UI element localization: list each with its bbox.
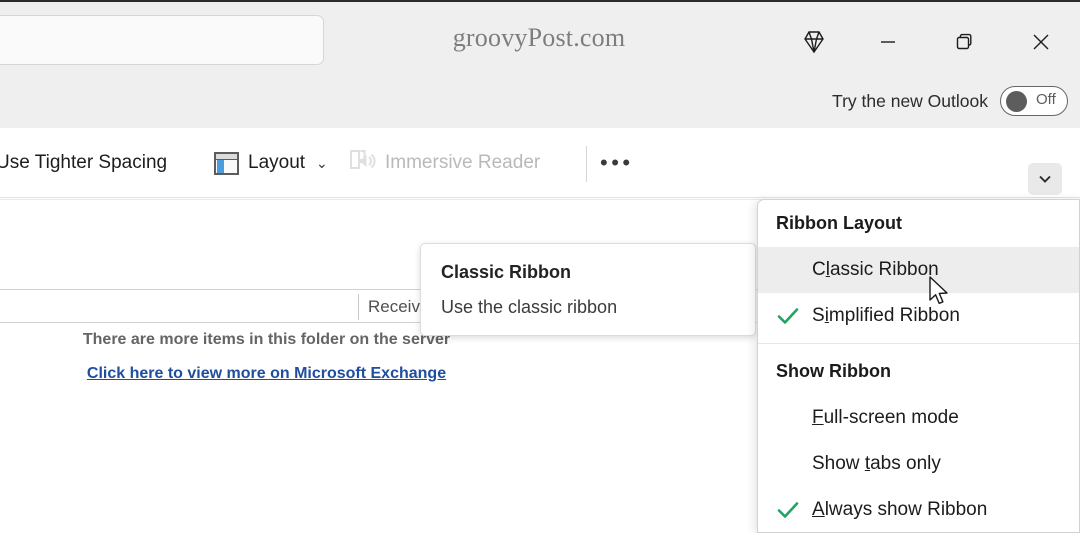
menu-separator	[758, 343, 1079, 344]
check-icon	[776, 500, 812, 520]
try-new-outlook-label: Try the new Outlook	[832, 90, 988, 111]
tooltip: Classic Ribbon Use the classic ribbon	[420, 243, 756, 336]
menu-group-title: Show Ribbon	[776, 361, 891, 381]
try-new-outlook-toggle[interactable]: Off	[1000, 86, 1068, 116]
toggle-knob	[1006, 91, 1027, 112]
ribbon-display-options-button[interactable]	[1028, 163, 1062, 195]
use-tighter-spacing-button[interactable]: Use Tighter Spacing	[0, 128, 167, 198]
page-title: groovyPost.com	[452, 23, 626, 52]
ribbon-toolbar: Use Tighter Spacing Layout ⌄ Immersive R…	[0, 128, 1080, 198]
immersive-reader-button[interactable]: Immersive Reader	[348, 128, 540, 198]
layout-button[interactable]: Layout ⌄	[214, 128, 328, 198]
immersive-reader-label: Immersive Reader	[385, 152, 541, 173]
close-icon[interactable]	[1018, 19, 1064, 65]
use-tighter-spacing-label: Use Tighter Spacing	[0, 152, 168, 173]
menu-item-label: Always show Ribbon	[812, 499, 988, 520]
menu-item-label: Show tabs only	[812, 453, 941, 474]
toolbar-divider	[586, 146, 587, 182]
toggle-state-label: Off	[1036, 91, 1056, 108]
column-divider[interactable]	[358, 294, 359, 320]
tooltip-title: Classic Ribbon	[441, 262, 572, 282]
menu-item[interactable]: Full-screen mode	[758, 395, 1079, 441]
view-more-exchange-link[interactable]: Click here to view more on Microsoft Exc…	[0, 365, 533, 383]
menu-item-label: Classic Ribbon	[812, 259, 939, 280]
title-bar: groovyPost.com	[0, 2, 1080, 74]
window-chrome: groovyPost.com Try the new Outlook Off	[0, 0, 1080, 128]
outlook-window: groovyPost.com Try the new Outlook Off U…	[0, 0, 1080, 533]
ribbon-layout-menu: Ribbon Layout Classic Ribbon Simplified Ri…	[757, 199, 1080, 533]
layout-icon	[214, 151, 239, 175]
more-commands-label: •••	[600, 150, 634, 175]
menu-item-label: Full-screen mode	[812, 407, 959, 428]
gem-icon[interactable]	[791, 19, 837, 65]
menu-item[interactable]: Classic Ribbon	[758, 247, 1079, 293]
chevron-down-icon: ⌄	[316, 154, 328, 171]
check-icon	[776, 306, 812, 326]
layout-label: Layout	[248, 152, 306, 173]
menu-group-title: Ribbon Layout	[776, 213, 902, 233]
try-new-outlook[interactable]: Try the new Outlook Off	[832, 86, 1068, 116]
immersive-reader-icon	[348, 147, 376, 179]
maximize-icon[interactable]	[941, 19, 987, 65]
minimize-icon[interactable]	[865, 19, 911, 65]
menu-item[interactable]: Show tabs only	[758, 441, 1079, 487]
menu-item-label: Simplified Ribbon	[812, 305, 960, 326]
menu-item[interactable]: Simplified Ribbon	[758, 293, 1079, 339]
more-commands-button[interactable]: •••	[600, 128, 634, 198]
menu-item[interactable]: Always show Ribbon	[758, 487, 1079, 532]
search-input[interactable]	[0, 15, 324, 65]
tooltip-body: Use the classic ribbon	[441, 297, 618, 317]
